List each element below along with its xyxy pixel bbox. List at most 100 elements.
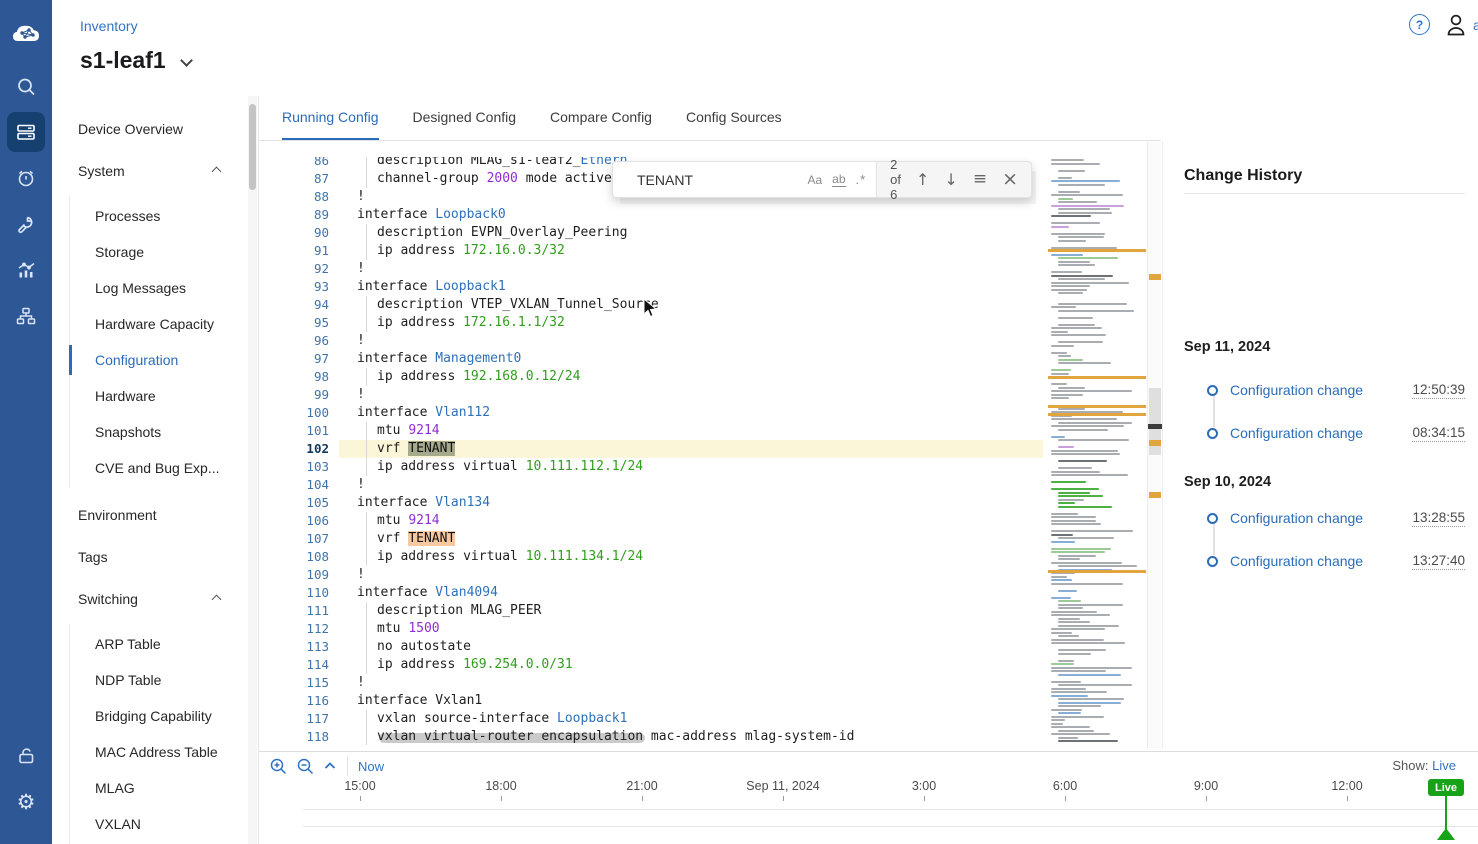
- line-number: 117: [259, 710, 339, 728]
- zoom-out-icon[interactable]: [296, 757, 315, 776]
- sidebar-item-vxlan[interactable]: VXLAN: [70, 806, 258, 842]
- minimap-line: [1051, 639, 1104, 641]
- sidebar-item-environment[interactable]: Environment: [52, 494, 258, 536]
- change-history-connector: [1213, 396, 1215, 427]
- sidebar-item-hardware[interactable]: Hardware: [70, 378, 258, 414]
- code-text: interface Loopback1: [339, 278, 1043, 296]
- minimap-line: [1051, 471, 1100, 473]
- minimap-line: [1051, 534, 1073, 536]
- indent-guide: [366, 728, 377, 745]
- sidebar-scrollbar[interactable]: [248, 96, 257, 844]
- change-time[interactable]: 08:34:15: [1412, 425, 1465, 442]
- tab-designed-config[interactable]: Designed Config: [413, 109, 517, 140]
- sidebar-item-snapshots[interactable]: Snapshots: [70, 414, 258, 450]
- events-icon[interactable]: [0, 167, 52, 189]
- vertical-scrollbar[interactable]: [1147, 141, 1161, 748]
- timeline-tick-label: 9:00: [1194, 779, 1218, 793]
- sidebar-item-tags[interactable]: Tags: [52, 536, 258, 578]
- cloudvision-logo-icon[interactable]: [0, 16, 52, 52]
- devices-icon[interactable]: [0, 121, 52, 143]
- sidebar-item-system[interactable]: System: [52, 150, 258, 192]
- previous-match-icon[interactable]: ↑: [916, 172, 929, 188]
- code-line: 107vrf TENANT: [259, 530, 1043, 548]
- live-playhead-marker[interactable]: [1437, 828, 1455, 840]
- sidebar-item-mlag[interactable]: MLAG: [70, 770, 258, 806]
- line-number: 98: [259, 368, 339, 386]
- sidebar-item-storage[interactable]: Storage: [70, 234, 258, 270]
- device-title-dropdown[interactable]: s1-leaf1: [80, 47, 191, 74]
- minimap-line: [1058, 565, 1137, 567]
- settings-gear-icon[interactable]: ⚙: [0, 791, 52, 813]
- code-token: channel-group: [377, 171, 487, 186]
- sidebar-item-cve-and-bug-exp-[interactable]: CVE and Bug Exp...: [70, 450, 258, 486]
- code-line: 117vxlan source-interface Loopback1: [259, 710, 1043, 728]
- minimap-change-marker: [1048, 405, 1146, 408]
- breadcrumb[interactable]: Inventory: [80, 18, 138, 34]
- sidebar-item-bridging-capability[interactable]: Bridging Capability: [70, 698, 258, 734]
- collapse-timeline-icon[interactable]: [323, 759, 337, 773]
- provisioning-icon[interactable]: [0, 213, 52, 235]
- help-icon[interactable]: ?: [1409, 14, 1430, 35]
- app-root: ⚙ Inventory s1-leaf1 ? arista Device Ove…: [0, 0, 1478, 844]
- minimap-line: [1058, 257, 1118, 259]
- code-line: 110interface Vlan4094: [259, 584, 1043, 602]
- sidebar-scrollbar-thumb[interactable]: [249, 104, 256, 190]
- metrics-icon[interactable]: [0, 259, 52, 281]
- filter-lines-icon[interactable]: ≡: [973, 171, 987, 188]
- tab-config-sources[interactable]: Config Sources: [686, 109, 782, 140]
- close-find-icon[interactable]: ×: [1002, 170, 1018, 189]
- sidebar-item-switching[interactable]: Switching: [52, 578, 258, 620]
- minimap-line: [1058, 506, 1112, 508]
- change-history-entry: Configuration change08:34:15: [1184, 425, 1465, 441]
- minimap-line: [1058, 341, 1103, 343]
- configuration-change-link[interactable]: Configuration change: [1230, 553, 1412, 569]
- timeline-tick-label: 18:00: [485, 779, 516, 793]
- configuration-change-link[interactable]: Configuration change: [1230, 382, 1412, 398]
- minimap-line: [1058, 467, 1092, 469]
- sidebar-item-device-overview[interactable]: Device Overview: [52, 108, 258, 150]
- sidebar-item-mac-address-table[interactable]: MAC Address Table: [70, 734, 258, 770]
- change-time[interactable]: 13:28:55: [1412, 510, 1465, 527]
- running-config-editor[interactable]: 86description MLAG_s1-leaf2_Ethern87chan…: [259, 141, 1161, 748]
- find-query-text: TENANT: [637, 172, 797, 188]
- find-input[interactable]: TENANT Aa ab .*: [613, 162, 877, 197]
- match-count: 2 of 6: [890, 157, 901, 202]
- timeline-tick-mark: [501, 796, 502, 801]
- topology-icon[interactable]: [0, 305, 52, 327]
- change-time[interactable]: 12:50:39: [1412, 382, 1465, 399]
- code-token: 10.111.112.1/24: [526, 459, 643, 474]
- minimap-line: [1051, 254, 1083, 256]
- live-badge[interactable]: Live: [1428, 779, 1464, 796]
- search-icon[interactable]: [0, 76, 52, 98]
- tab-running-config[interactable]: Running Config: [282, 109, 379, 140]
- code-minimap[interactable]: [1048, 157, 1146, 745]
- sidebar-item-arp-table[interactable]: ARP Table: [70, 626, 258, 662]
- cluster-lock-icon[interactable]: [0, 744, 52, 766]
- minimap-line: [1058, 278, 1105, 280]
- indent-guide: [366, 224, 377, 242]
- code-token: ip address: [377, 315, 463, 330]
- sidebar-item-configuration[interactable]: Configuration: [70, 342, 258, 378]
- whole-word-icon[interactable]: ab: [832, 172, 845, 187]
- change-time[interactable]: 13:27:40: [1412, 553, 1465, 570]
- zoom-in-icon[interactable]: [269, 757, 288, 776]
- show-live-link[interactable]: Live: [1432, 758, 1456, 773]
- tab-compare-config[interactable]: Compare Config: [550, 109, 652, 140]
- configuration-change-link[interactable]: Configuration change: [1230, 425, 1412, 441]
- next-match-icon[interactable]: ↓: [944, 172, 957, 188]
- configuration-change-link[interactable]: Configuration change: [1230, 510, 1412, 526]
- regex-icon[interactable]: .*: [856, 172, 867, 187]
- sidebar-item-ndp-table[interactable]: NDP Table: [70, 662, 258, 698]
- sidebar-item-hardware-capacity[interactable]: Hardware Capacity: [70, 306, 258, 342]
- code-line: 116interface Vxlan1: [259, 692, 1043, 710]
- user-menu[interactable]: arista: [1444, 12, 1478, 38]
- match-case-icon[interactable]: Aa: [807, 173, 822, 187]
- minimap-line: [1058, 600, 1081, 602]
- now-link[interactable]: Now: [358, 759, 384, 774]
- sidebar-item-log-messages[interactable]: Log Messages: [70, 270, 258, 306]
- sidebar-item-processes[interactable]: Processes: [70, 198, 258, 234]
- indent-guide: [366, 602, 377, 620]
- change-history-entry: Configuration change13:28:55: [1184, 510, 1465, 526]
- code-line: 93interface Loopback1: [259, 278, 1043, 296]
- code-text: vrf TENANT: [339, 440, 1043, 458]
